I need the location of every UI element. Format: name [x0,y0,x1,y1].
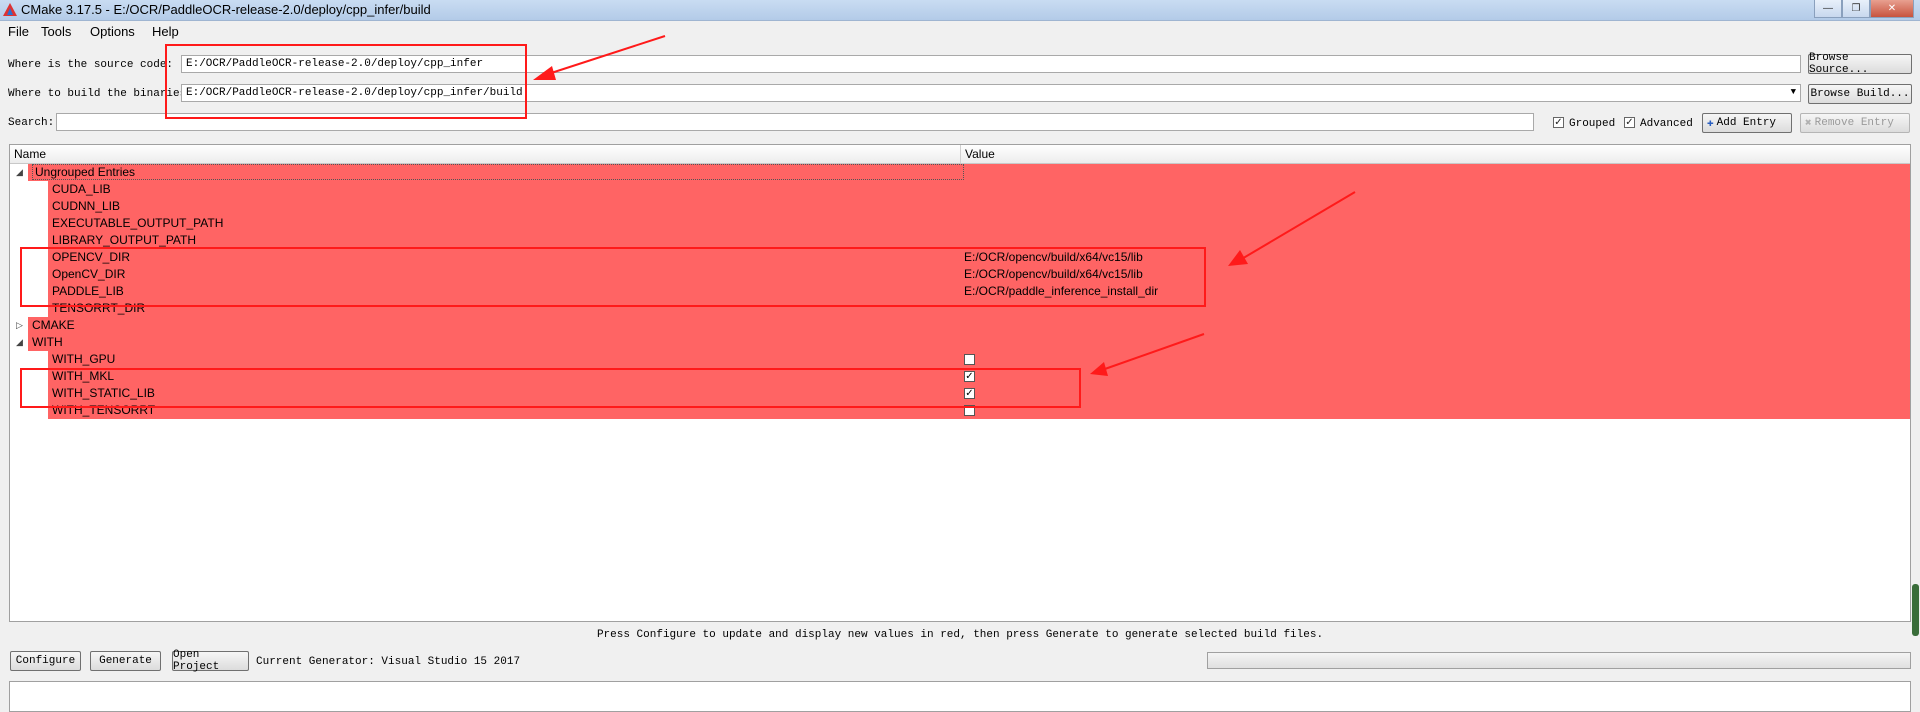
open-project-button[interactable]: Open Project [172,649,249,673]
annotation-arrowhead [533,66,556,80]
progress-bar [1207,652,1911,669]
output-log[interactable] [9,681,1911,712]
current-generator-text: Current Generator: Visual Studio 15 2017 [256,656,521,668]
status-message: Press Configure to update and display ne… [596,629,1324,641]
generate-button[interactable]: Generate [90,651,161,671]
annotation-arrow [1239,191,1356,261]
configure-button[interactable]: Configure [10,651,81,671]
annotation-arrow [544,35,666,76]
annotation-arrowhead [1090,362,1108,376]
annotation-arrow [1101,333,1205,371]
annotation-arrows [533,35,1356,376]
